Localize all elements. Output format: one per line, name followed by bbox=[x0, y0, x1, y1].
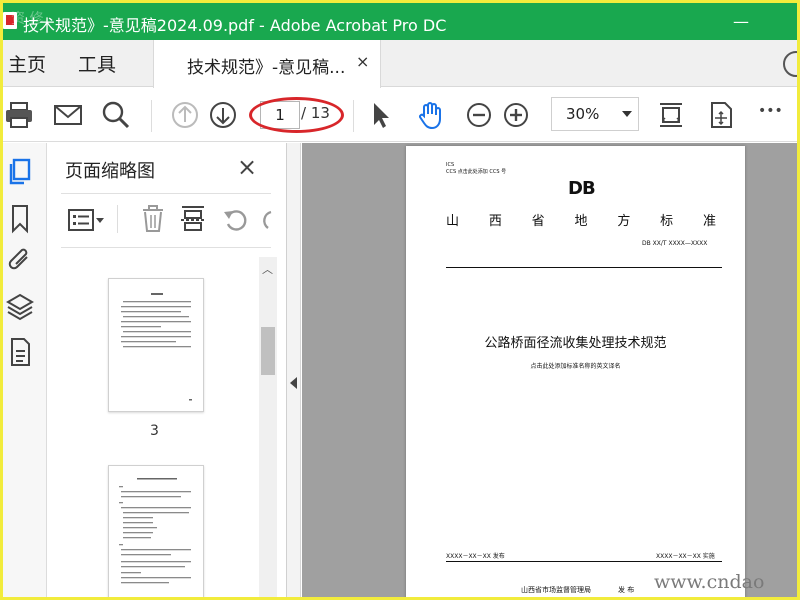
more-options-icon[interactable]: ••• bbox=[758, 103, 783, 119]
thumbnails-pane-title: 页面缩略图 bbox=[65, 161, 155, 182]
minimize-button[interactable]: — bbox=[721, 3, 761, 40]
standard-type-char: 省 bbox=[531, 214, 545, 229]
ics-label: ICS bbox=[446, 162, 455, 168]
thumbnail-page-number: 3 bbox=[150, 423, 159, 439]
effective-date: XXXX－XX－XX 实施 bbox=[656, 553, 715, 560]
toolbar-separator bbox=[353, 100, 354, 132]
publish-date: XXXX－XX－XX 发布 bbox=[446, 553, 505, 560]
hand-icon[interactable] bbox=[415, 100, 445, 130]
document-title: 公路桥面径流收集处理技术规范 bbox=[484, 336, 667, 351]
watermark-logo: 资 修 bbox=[11, 11, 44, 27]
tab-close-icon[interactable]: × bbox=[356, 52, 369, 71]
minus-circle-icon[interactable] bbox=[464, 100, 494, 130]
search-icon[interactable] bbox=[101, 100, 131, 130]
standard-type-char: 山 bbox=[446, 214, 460, 229]
bookmark-icon[interactable] bbox=[5, 203, 35, 235]
document-viewport[interactable]: ICS CCS 点击此处添加 CCS 号 DB 山 西 省 地 方 标 准 DB… bbox=[302, 143, 797, 597]
document-number: DB XX/T XXXX—XXXX bbox=[642, 240, 708, 247]
pane-divider bbox=[61, 247, 271, 248]
standard-type-char: 西 bbox=[488, 214, 502, 229]
fit-page-icon[interactable] bbox=[656, 100, 686, 130]
footer-rule bbox=[446, 561, 722, 562]
close-icon[interactable]: × bbox=[237, 153, 257, 181]
header-rule bbox=[446, 267, 722, 268]
english-title-placeholder: 点击此处添加标准名称的英文译名 bbox=[530, 363, 621, 370]
thumbnail-list: 3 bbox=[61, 253, 257, 597]
plus-circle-icon[interactable] bbox=[501, 100, 531, 130]
thumbnail-text-lines bbox=[119, 478, 191, 584]
document-tab[interactable]: 技术规范》-意见稿... × bbox=[153, 40, 381, 88]
pane-divider bbox=[61, 193, 271, 194]
issuer: 山西省市场监督管理局 bbox=[521, 586, 591, 594]
collapse-pane-icon[interactable] bbox=[290, 377, 297, 389]
db-logo: DB bbox=[568, 178, 596, 199]
document-tab-label: 技术规范》-意见稿... bbox=[187, 58, 346, 78]
help-icon[interactable] bbox=[783, 51, 800, 77]
standard-type-char: 方 bbox=[617, 214, 631, 229]
menu-tab-bar: 主页 工具 技术规范》-意见稿... × bbox=[3, 40, 800, 88]
extract-page-icon[interactable] bbox=[179, 204, 207, 234]
chevron-down-icon bbox=[622, 111, 632, 117]
left-icon-rail bbox=[3, 143, 47, 597]
page-thumbnails-icon[interactable] bbox=[5, 157, 35, 189]
pane-splitter[interactable] bbox=[287, 143, 301, 597]
page-thumbnail[interactable] bbox=[108, 278, 204, 412]
title-bar: 资 修 技术规范》-意见稿2024.09.pdf - Adobe Acrobat… bbox=[3, 3, 797, 40]
nav-home[interactable]: 主页 bbox=[8, 50, 46, 77]
attachment-icon[interactable] bbox=[5, 245, 35, 277]
standard-type-char: 标 bbox=[660, 214, 674, 229]
window-title: 技术规范》-意见稿2024.09.pdf - Adobe Acrobat Pro… bbox=[23, 16, 447, 35]
mail-icon[interactable] bbox=[53, 100, 83, 130]
chevron-up-icon[interactable]: ︿ bbox=[262, 261, 273, 277]
ccs-label: CCS 点击此处添加 CCS 号 bbox=[446, 169, 507, 175]
trash-icon[interactable] bbox=[139, 204, 167, 234]
zoom-select[interactable]: 30% bbox=[551, 97, 639, 131]
minimize-icon: — bbox=[733, 12, 749, 31]
pane-toolbar-separator bbox=[117, 205, 118, 233]
cursor-arrow-icon[interactable] bbox=[366, 100, 396, 130]
toolbar: 1 / 13 30% ••• bbox=[3, 88, 797, 142]
rotate-icon[interactable] bbox=[221, 204, 251, 234]
standard-type-char: 准 bbox=[702, 214, 716, 229]
print-icon[interactable] bbox=[4, 100, 34, 130]
standard-type: 山 西 省 地 方 标 准 bbox=[446, 210, 716, 229]
site-watermark: www.cndao bbox=[654, 571, 765, 593]
arrow-down-circle-icon[interactable] bbox=[208, 100, 238, 130]
rotate-icon[interactable] bbox=[259, 204, 273, 234]
standard-type-char: 地 bbox=[574, 214, 588, 229]
thumbnail-text-lines bbox=[121, 293, 192, 401]
thumbnail-scrollbar[interactable]: ︿ bbox=[259, 257, 277, 597]
issue-word: 发 布 bbox=[618, 586, 635, 594]
red-annotation-ellipse bbox=[249, 97, 344, 133]
arrow-up-circle-icon[interactable] bbox=[170, 100, 200, 130]
nav-tools[interactable]: 工具 bbox=[78, 50, 116, 77]
toolbar-separator bbox=[151, 100, 152, 132]
zoom-value: 30% bbox=[566, 105, 600, 123]
rotate-view-icon[interactable] bbox=[706, 100, 736, 130]
scrollbar-thumb[interactable] bbox=[261, 327, 275, 375]
document-page: ICS CCS 点击此处添加 CCS 号 DB 山 西 省 地 方 标 准 DB… bbox=[406, 146, 745, 597]
thumbnails-pane: 页面缩略图 × 3 ︿ bbox=[47, 143, 287, 597]
layers-icon[interactable] bbox=[5, 291, 35, 323]
page-thumbnail[interactable] bbox=[108, 465, 204, 597]
document-properties-icon[interactable] bbox=[5, 336, 35, 368]
thumbnail-options-icon[interactable] bbox=[67, 205, 107, 235]
